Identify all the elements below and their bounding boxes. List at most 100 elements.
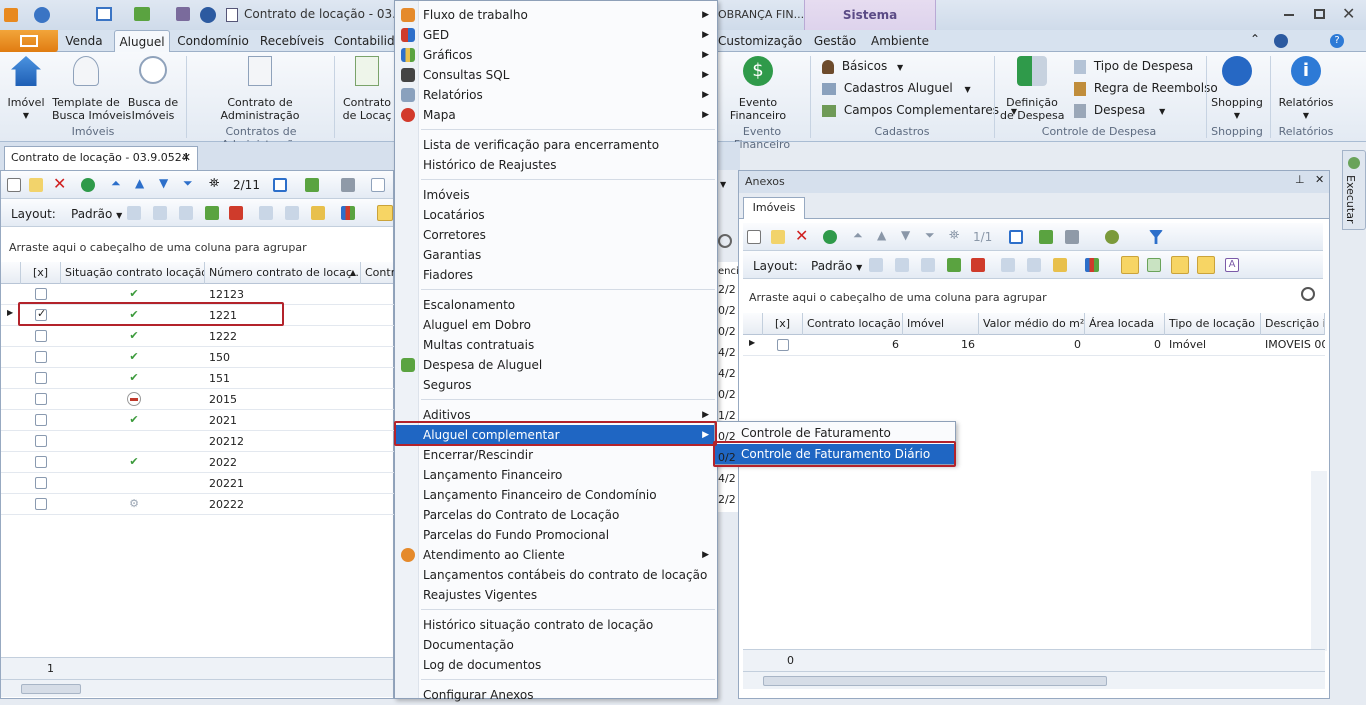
refresh-icon[interactable] [823, 230, 837, 244]
menu-item-configurar-anexos[interactable]: Configurar Anexos [395, 685, 717, 705]
table-row[interactable]: ⚙ 20222 [1, 494, 395, 515]
header-tipo-locacao[interactable]: Tipo de locação [1165, 313, 1261, 335]
header-contrato-locacao[interactable]: Contrato locação [803, 313, 903, 335]
view-option-3-icon[interactable] [1171, 256, 1189, 274]
info-icon[interactable]: ? [1330, 34, 1344, 48]
header-imovel[interactable]: Imóvel [903, 313, 979, 335]
layout-save-icon[interactable] [869, 258, 883, 272]
view-option-1-icon[interactable] [1121, 256, 1139, 274]
menu-item-historico-de-reajustes[interactable]: Histórico de Reajustes [395, 155, 717, 175]
table-row[interactable]: ✔ 1222 [1, 326, 395, 347]
document-tab[interactable]: Contrato de locação - 03.9.0524 ✕ [4, 146, 198, 170]
layout-sum-icon[interactable] [285, 206, 299, 220]
row-checkbox[interactable] [35, 435, 47, 447]
first-record-icon[interactable]: ⏶ [111, 176, 121, 191]
layout-dropdown[interactable]: Padrão ▼ [811, 259, 862, 273]
menu-item-log-de-documentos[interactable]: Log de documentos [395, 655, 717, 675]
previous-record-icon[interactable]: ▲ [877, 228, 886, 242]
tab-recebiveis[interactable]: Recebíveis [258, 30, 326, 52]
menu-item-historico-situacao-contrato-de-locacao[interactable]: Histórico situação contrato de locação [395, 615, 717, 635]
menu-item-garantias[interactable]: Garantias [395, 245, 717, 265]
campos-complementares-button[interactable]: Campos Complementares ▼ [822, 103, 1017, 117]
export-icon[interactable] [1039, 230, 1053, 244]
menu-item-lancamento-financeiro[interactable]: Lançamento Financeiro [395, 465, 717, 485]
layout-active-icon[interactable] [377, 205, 393, 221]
menu-item-graficos[interactable]: Gráficos ▶ [395, 45, 717, 65]
header-descricao[interactable]: Descrição im [1261, 313, 1325, 335]
tab-venda[interactable]: Venda [62, 30, 106, 52]
template-busca-button[interactable]: Template de Busca Imóveis [52, 56, 131, 122]
layout-columns-icon[interactable] [1001, 258, 1015, 272]
chart-icon[interactable] [1085, 258, 1099, 272]
layout-load-icon[interactable] [895, 258, 909, 272]
despesa-button[interactable]: Despesa ▼ [1074, 103, 1165, 118]
row-checkbox[interactable] [35, 393, 47, 405]
layout-dropdown[interactable]: Padrão ▼ [71, 207, 122, 221]
qat-export-icon[interactable] [134, 7, 150, 21]
relatorios-ribbon-button[interactable]: i Relatórios ▼ [1276, 56, 1336, 122]
imovel-button[interactable]: Imóvel ▼ [4, 56, 48, 122]
header-checkbox[interactable]: [x] [21, 262, 61, 284]
scroll-thumb[interactable] [21, 684, 81, 694]
tab-customizacao[interactable]: Customização [718, 30, 802, 52]
search-icon[interactable] [1301, 287, 1315, 301]
vertical-scrollbar[interactable] [1311, 471, 1327, 651]
maximize-button[interactable] [1314, 9, 1325, 19]
contrato-locacao-button[interactable]: Contrato de Locaç [340, 56, 394, 122]
layout-grid-icon[interactable] [179, 206, 193, 220]
close-button[interactable]: ✕ [1342, 4, 1355, 23]
layout-save-icon[interactable] [127, 206, 141, 220]
left-search-icon[interactable] [718, 234, 732, 248]
submenu-controle-faturamento[interactable]: Controle de Faturamento [715, 423, 955, 443]
table-row[interactable]: ✔ 151 [1, 368, 395, 389]
menu-item-despesa-de-aluguel[interactable]: Despesa de Aluguel [395, 355, 717, 375]
menu-item-escalonamento[interactable]: Escalonamento [395, 295, 717, 315]
header-area-locada[interactable]: Área locada [1085, 313, 1165, 335]
layout-columns-icon[interactable] [259, 206, 273, 220]
tab-gestao[interactable]: Gestão [810, 30, 860, 52]
menu-item-atendimento-ao-cliente[interactable]: Atendimento ao Cliente ▶ [395, 545, 717, 565]
anexos-table-row[interactable]: ▶ 6 16 0 0 Imóvel IMOVEIS 000 [743, 335, 1325, 356]
qat-help-icon[interactable] [200, 7, 216, 23]
table-row[interactable]: 2015 [1, 389, 395, 410]
table-row[interactable]: ✔ 2021 [1, 410, 395, 431]
tools-icon[interactable] [1105, 230, 1119, 244]
definicao-despesa-button[interactable]: Definição de Despesa [1000, 56, 1064, 122]
calendar-icon[interactable] [273, 178, 287, 192]
layout-filter-icon[interactable] [1053, 258, 1067, 272]
shopping-button[interactable]: Shopping ▼ [1210, 56, 1264, 122]
table-row[interactable]: ✔ 2022 [1, 452, 395, 473]
delete-icon[interactable]: ✕ [795, 226, 808, 245]
new-icon[interactable] [7, 178, 21, 192]
close-panel-icon[interactable]: ✕ [1315, 173, 1324, 186]
row-checkbox[interactable] [35, 456, 47, 468]
view-option-2-icon[interactable] [1147, 258, 1161, 272]
layout-home-icon[interactable] [971, 258, 985, 272]
table-row[interactable]: 20221 [1, 473, 395, 494]
document-icon[interactable] [371, 178, 385, 192]
menu-item-documentacao[interactable]: Documentação [395, 635, 717, 655]
header-situacao[interactable]: Situação contrato locação [61, 262, 205, 284]
anexos-horizontal-scrollbar[interactable] [743, 671, 1325, 689]
busca-imoveis-button[interactable]: Busca de Imóveis [126, 56, 180, 122]
edit-icon[interactable] [771, 230, 785, 244]
menu-item-fiadores[interactable]: Fiadores [395, 265, 717, 285]
menu-item-locatarios[interactable]: Locatários [395, 205, 717, 225]
print-icon[interactable] [1065, 230, 1079, 244]
export-icon[interactable] [305, 178, 319, 192]
close-tab-icon[interactable]: ✕ [182, 147, 191, 169]
row-checkbox[interactable] [777, 339, 789, 351]
header-valor-medio[interactable]: Valor médio do m² [979, 313, 1085, 335]
previous-record-icon[interactable]: ▲ [135, 176, 144, 190]
regra-reembolso-button[interactable]: Regra de Reembolso [1074, 81, 1218, 96]
scroll-thumb[interactable] [763, 676, 1107, 686]
menu-item-aluguel-em-dobro[interactable]: Aluguel em Dobro [395, 315, 717, 335]
menu-item-parcelas-do-contrato-de-locacao[interactable]: Parcelas do Contrato de Locação [395, 505, 717, 525]
row-checkbox[interactable] [35, 288, 47, 300]
menu-item-mapa[interactable]: Mapa ▶ [395, 105, 717, 125]
evento-financeiro-button[interactable]: $ Evento Financeiro [728, 56, 788, 122]
row-checkbox[interactable] [35, 330, 47, 342]
menu-item-lista-de-verificacao-para-encerramento[interactable]: Lista de verificação para encerramento [395, 135, 717, 155]
first-record-icon[interactable]: ⏶ [853, 228, 863, 243]
layout-grid-icon[interactable] [921, 258, 935, 272]
